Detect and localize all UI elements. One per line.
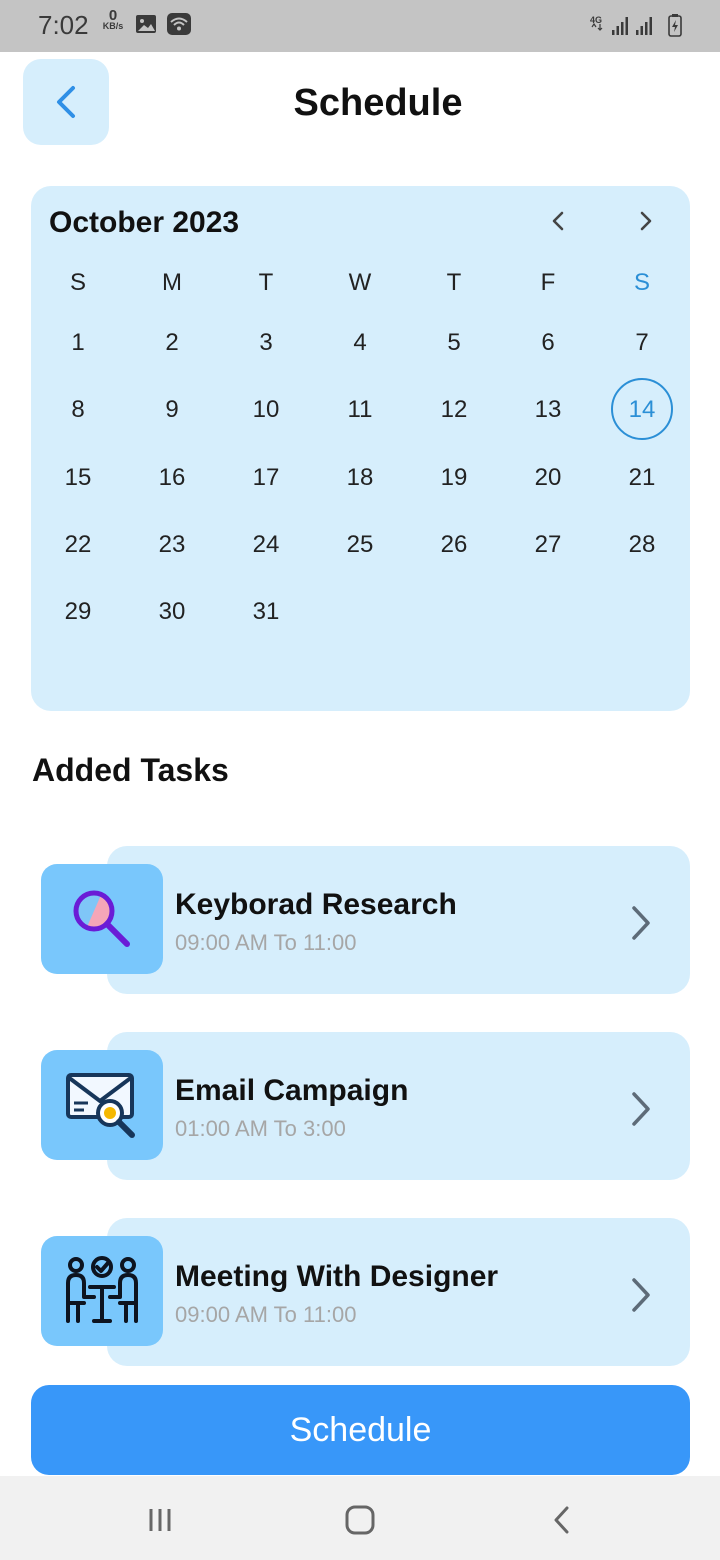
recent-apps-icon — [149, 1509, 171, 1531]
status-time: 7:02 — [38, 10, 89, 40]
calendar-day[interactable]: 15 — [46, 464, 110, 492]
chevron-right-icon — [626, 903, 656, 943]
calendar-day[interactable]: 28 — [610, 531, 674, 559]
task-title: Meeting With Designer — [175, 1260, 499, 1293]
schedule-button[interactable]: Schedule — [31, 1385, 690, 1475]
status-bar: 7:02 0 KB/s 4G — [0, 0, 720, 52]
calendar-day[interactable]: 23 — [140, 531, 204, 559]
section-title: Added Tasks — [32, 752, 229, 788]
calendar-day[interactable]: 8 — [46, 396, 110, 424]
wifi-icon — [167, 13, 191, 40]
network-type-label: 4G — [590, 15, 602, 25]
calendar-day[interactable]: 24 — [234, 531, 298, 559]
task-time: 09:00 AM To 11:00 — [175, 930, 357, 955]
calendar-day[interactable]: 27 — [516, 531, 580, 559]
email-search-icon — [66, 1073, 135, 1138]
meeting-icon — [66, 1256, 138, 1323]
weekday-label: W — [348, 269, 372, 296]
calendar: October 2023 S M T W T F S 1 2 3 4 5 6 7 8 9 10 11 12 13 14 1… — [31, 186, 690, 711]
network-speed-value: 0 — [108, 7, 118, 24]
home-icon — [345, 1505, 375, 1535]
calendar-day[interactable]: 29 — [46, 598, 110, 626]
calendar-day[interactable]: 25 — [328, 531, 392, 559]
page-title: Schedule — [293, 82, 463, 124]
calendar-day[interactable]: 9 — [140, 396, 204, 424]
calendar-day[interactable]: 7 — [610, 329, 674, 357]
calendar-day[interactable]: 10 — [234, 396, 298, 424]
next-month-button[interactable] — [631, 206, 661, 236]
system-back-button[interactable] — [542, 1500, 582, 1540]
task-icon-box — [41, 1236, 163, 1346]
network-speed-unit: KB/s — [102, 21, 124, 31]
previous-month-button[interactable] — [543, 206, 573, 236]
status-indicators: 4G — [588, 13, 688, 44]
weekday-label: S — [69, 269, 86, 296]
navigation-bar — [0, 1476, 720, 1560]
calendar-day[interactable]: 17 — [234, 464, 298, 492]
calendar-day[interactable]: 2 — [140, 329, 204, 357]
weekday-label: T — [258, 269, 274, 296]
task-icon-box — [41, 1050, 163, 1160]
weekday-label: F — [540, 269, 556, 296]
calendar-day[interactable]: 3 — [234, 329, 298, 357]
task-time: 09:00 AM To 11:00 — [175, 1302, 357, 1327]
calendar-day[interactable]: 5 — [422, 329, 486, 357]
task-icon-box — [41, 864, 163, 974]
weekday-label: T — [446, 269, 462, 296]
calendar-day[interactable]: 19 — [422, 464, 486, 492]
recent-apps-button[interactable] — [140, 1500, 180, 1540]
chevron-left-icon — [552, 211, 564, 231]
calendar-day[interactable]: 30 — [140, 598, 204, 626]
calendar-day[interactable]: 11 — [328, 396, 392, 424]
task-title: Email Campaign — [175, 1074, 409, 1107]
search-icon — [73, 890, 130, 947]
chevron-right-icon — [626, 1275, 656, 1315]
calendar-day[interactable]: 20 — [516, 464, 580, 492]
calendar-day[interactable]: 21 — [610, 464, 674, 492]
home-button[interactable] — [340, 1500, 380, 1540]
weekday-label: S — [633, 269, 650, 296]
calendar-day-selected[interactable]: 14 — [610, 396, 674, 424]
calendar-day[interactable]: 31 — [234, 598, 298, 626]
calendar-day[interactable]: 18 — [328, 464, 392, 492]
calendar-day[interactable]: 13 — [516, 396, 580, 424]
calendar-day[interactable]: 1 — [46, 329, 110, 357]
chevron-right-icon — [640, 211, 652, 231]
task-time: 01:00 AM To 3:00 — [175, 1116, 346, 1141]
image-notification-icon — [135, 14, 157, 39]
calendar-day[interactable]: 4 — [328, 329, 392, 357]
network-speed: 0 KB/s — [99, 7, 127, 32]
calendar-day[interactable]: 16 — [140, 464, 204, 492]
chevron-right-icon — [626, 1089, 656, 1129]
calendar-day[interactable]: 22 — [46, 531, 110, 559]
calendar-day[interactable]: 12 — [422, 396, 486, 424]
calendar-day[interactable]: 6 — [516, 329, 580, 357]
calendar-month-label: October 2023 — [49, 206, 240, 239]
back-arrow-icon — [554, 1506, 569, 1534]
weekday-label: M — [162, 269, 182, 296]
task-title: Keyborad Research — [175, 888, 457, 921]
calendar-day[interactable]: 26 — [422, 531, 486, 559]
